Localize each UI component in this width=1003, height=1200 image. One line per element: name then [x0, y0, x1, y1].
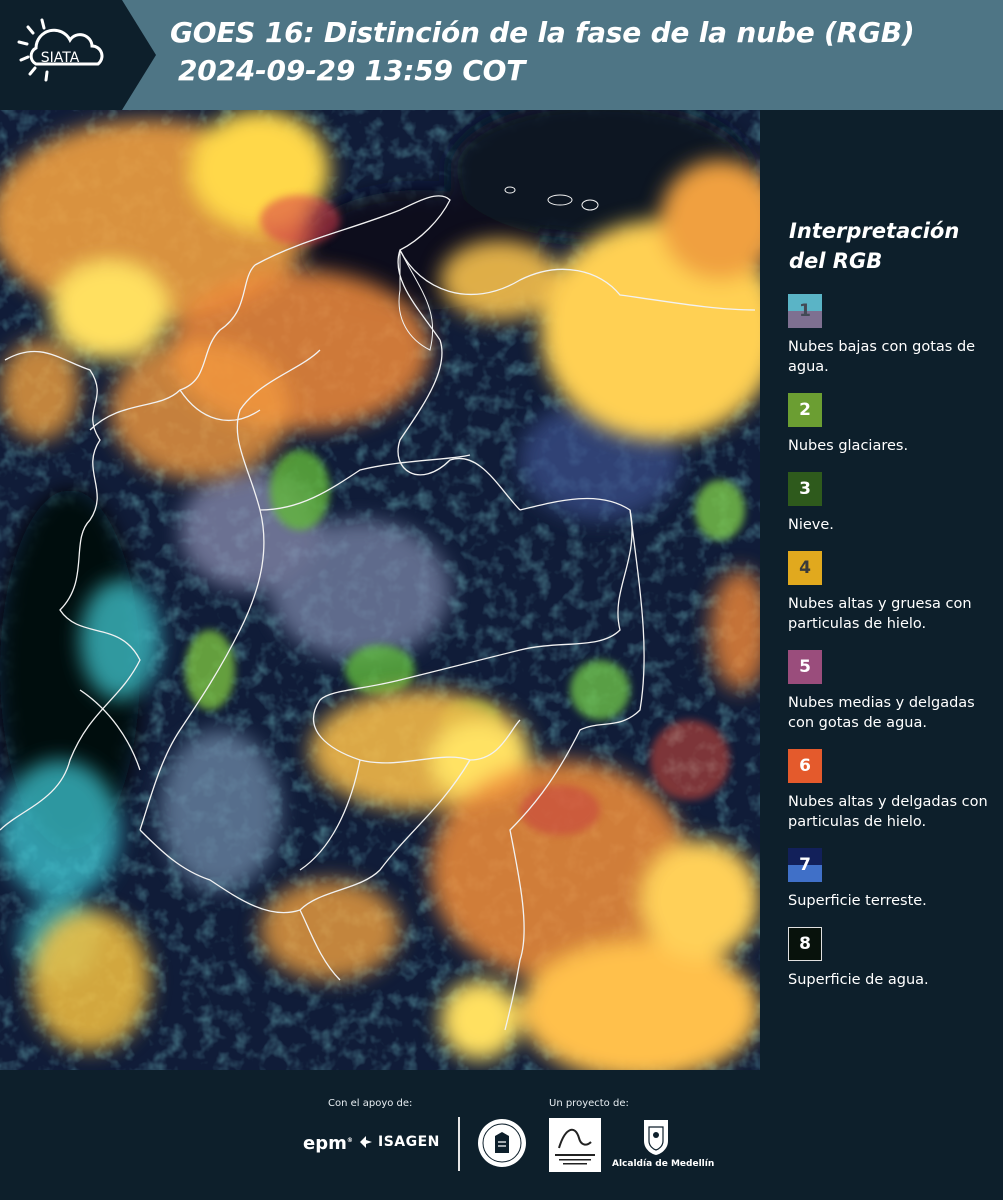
satellite-map — [0, 110, 760, 1070]
legend-text: Nieve. — [788, 517, 834, 533]
legend-title-line-2: del RGB — [789, 249, 883, 273]
project-label: Un proyecto de: — [549, 1098, 629, 1109]
legend-number: 8 — [799, 934, 811, 954]
rgb-legend: Interpretación del RGB 1 Nubes bajas con … — [788, 216, 998, 1006]
legend-item-1: 1 Nubes bajas con gotas de agua. — [788, 294, 998, 377]
legend-swatch-2: 2 — [788, 393, 822, 427]
legend-swatch-6: 6 — [788, 749, 822, 783]
footer: Con el apoyo de: Un proyecto de: epm® IS… — [0, 1070, 1003, 1200]
legend-number: 1 — [799, 301, 811, 321]
siata-logo-text: SIATA — [41, 50, 80, 66]
legend-number: 6 — [799, 756, 811, 776]
alcaldia-label: Alcaldía de Medellín — [612, 1159, 715, 1169]
legend-list: 1 Nubes bajas con gotas de agua. 2 Nubes gl… — [788, 294, 998, 990]
legend-item-3: 3 Nieve. — [788, 472, 998, 535]
legend-item-7: 7 Superficie terreste. — [788, 848, 998, 911]
header-bar: SIATA GOES 16: Distinción de la fase de … — [0, 0, 1003, 110]
legend-text: Superficie de agua. — [788, 972, 929, 988]
epm-logo-text: epm — [303, 1133, 347, 1154]
legend-number: 5 — [799, 657, 811, 677]
legend-swatch-4: 4 — [788, 551, 822, 585]
legend-item-5: 5 Nubes medias y delgadas con gotas de ag… — [788, 650, 998, 733]
legend-text: Superficie terreste. — [788, 893, 927, 909]
legend-number: 4 — [799, 558, 811, 578]
legend-text: Nubes altas y gruesa con particulas de h… — [788, 596, 972, 632]
legend-item-2: 2 Nubes glaciares. — [788, 393, 998, 456]
epm-logo: epm® — [303, 1133, 353, 1154]
isagen-icon — [360, 1136, 372, 1148]
legend-item-4: 4 Nubes altas y gruesa con particulas de … — [788, 551, 998, 634]
university-seal-icon — [478, 1119, 526, 1167]
footer-divider — [458, 1117, 460, 1171]
legend-swatch-1: 1 — [788, 294, 822, 328]
legend-swatch-5: 5 — [788, 650, 822, 684]
title-line-2: 2024-09-29 13:59 COT — [178, 54, 526, 87]
support-label: Con el apoyo de: — [328, 1098, 413, 1109]
isagen-logo-text: ISAGEN — [378, 1134, 440, 1150]
legend-title: Interpretación del RGB — [789, 216, 998, 276]
alcaldia-shield-icon — [644, 1120, 668, 1155]
title-line-1: GOES 16: Distinción de la fase de la nub… — [170, 16, 915, 49]
legend-text: Nubes bajas con gotas de agua. — [788, 339, 976, 375]
legend-item-8: 8 Superficie de agua. — [788, 927, 998, 990]
legend-number: 3 — [799, 479, 811, 499]
legend-number: 2 — [799, 400, 811, 420]
area-metropolitana-logo — [549, 1118, 601, 1172]
legend-text: Nubes altas y delgadas con particulas de… — [788, 794, 988, 830]
siata-logo: SIATA — [0, 0, 156, 110]
legend-text: Nubes glaciares. — [788, 438, 909, 454]
legend-item-6: 6 Nubes altas y delgadas con particulas d… — [788, 749, 998, 832]
legend-swatch-3: 3 — [788, 472, 822, 506]
legend-text: Nubes medias y delgadas con gotas de agu… — [788, 695, 975, 731]
legend-number: 7 — [799, 855, 811, 875]
legend-swatch-7: 7 — [788, 848, 822, 882]
page-title: GOES 16: Distinción de la fase de la nub… — [170, 14, 915, 90]
isagen-logo: ISAGEN — [358, 1134, 440, 1150]
legend-title-line-1: Interpretación — [789, 219, 960, 243]
legend-swatch-8: 8 — [788, 927, 822, 961]
